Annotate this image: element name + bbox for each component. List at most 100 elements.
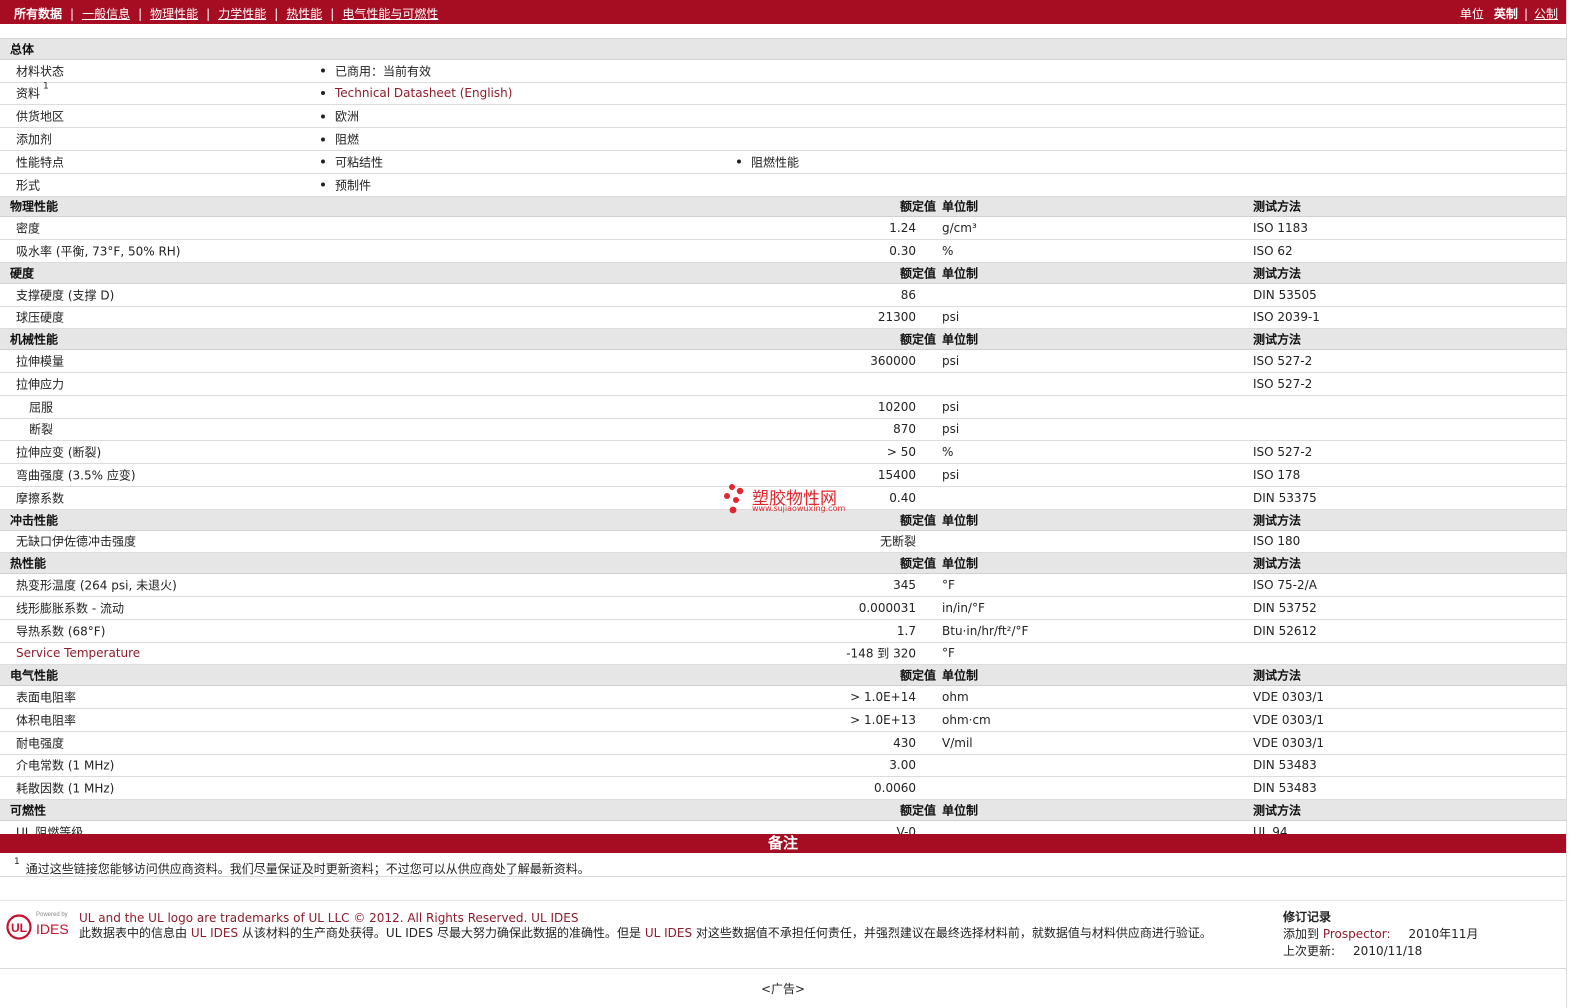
spacer-row (0, 24, 1566, 39)
properties-table: 总体 材料状态 已商用：当前有效 资料 1 Technical Datasheet (En… (0, 39, 1566, 844)
table-row: 支撑硬度 (支撑 D) 86 DIN 53505 (0, 284, 1566, 307)
trademark-text[interactable]: UL and the UL logo are trademarks of UL … (79, 911, 578, 925)
ul-ides-link[interactable]: UL IDES (645, 926, 692, 940)
table-row: Service Temperature -148 到 320 °F (0, 643, 1566, 666)
property-condition: (1 MHz) (67, 781, 115, 796)
divider (0, 900, 1566, 901)
table-row: 球压硬度 21300 psi ISO 2039-1 (0, 307, 1566, 330)
property-value: 870 (893, 422, 916, 437)
table-row: 拉伸应变 (断裂) > 50% ISO 527-2 (0, 441, 1566, 465)
property-value: 345 (893, 578, 916, 593)
test-method: ISO 1183 (1253, 221, 1308, 236)
bullet-text: 已商用：当前有效 (335, 64, 432, 79)
bullet-text: 可粘结性 (335, 155, 384, 170)
table-row: 耐电强度 430 V/mil VDE 0303/1 (0, 732, 1566, 755)
property-label: 无缺口伊佐德冲击强度 (16, 533, 136, 550)
property-unit: in/in/°F (942, 600, 985, 615)
revision-updated-label: 上次更新: (1283, 944, 1336, 958)
property-value: 360000 (870, 354, 916, 369)
trademark-line: UL and the UL logo are trademarks of UL … (79, 911, 1269, 926)
scrollbar[interactable] (1566, 0, 1586, 1008)
property-value: 21300 (877, 310, 916, 325)
nav-general-info[interactable]: 一般信息 (82, 5, 130, 22)
property-condition: (平衡, 73°F, 50% RH) (55, 244, 181, 259)
bullet-item: 已商用：当前有效 (321, 62, 431, 79)
property-condition: (68°F) (67, 624, 106, 639)
property-label: 拉伸应变 (断裂) (16, 444, 101, 461)
nav-thermal[interactable]: 热性能 (286, 5, 322, 22)
header-test-method: 测试方法 (1253, 803, 1302, 818)
table-row: 吸水率 (平衡, 73°F, 50% RH) 0.30% ISO 62 (0, 240, 1566, 263)
table-row: 屈服 10200 psi (0, 396, 1566, 419)
property-value: > 50 (886, 445, 916, 460)
revision-added: 添加到 Prospector: 2010年11月 (1283, 926, 1478, 943)
unit-metric-link[interactable]: 公制 (1534, 5, 1558, 22)
section-header: 热性能 额定值 单位制 测试方法 (0, 553, 1566, 575)
test-method: DIN 52612 (1253, 623, 1317, 638)
property-name: 摩擦系数 (16, 491, 65, 506)
test-method: DIN 53505 (1253, 287, 1317, 302)
property-label[interactable]: Service Temperature (16, 646, 140, 660)
bullet-icon (321, 114, 325, 119)
property-name: 吸水率 (16, 244, 53, 259)
property-value: 无断裂 (879, 534, 916, 549)
note-text: 通过这些链接您能够访问供应商资料。我们尽量保证及时更新资料；不过您可以从供应商处… (25, 862, 590, 876)
table-row: 热变形温度 (264 psi, 未退火) 345 °F ISO 75-2/A (0, 574, 1566, 597)
revision-updated-date: 2010/11/18 (1353, 944, 1423, 958)
property-label: 屈服 (29, 398, 53, 415)
header-test-method: 测试方法 (1253, 332, 1302, 347)
bullet-item: 可粘结性 (321, 153, 383, 170)
property-label: 密度 (16, 220, 40, 237)
ul-ides-logo[interactable]: UL Powered by IDES (6, 910, 74, 942)
table-row: 拉伸模量 360000 psi ISO 527-2 (0, 350, 1566, 373)
nav-separator: | (138, 6, 143, 21)
test-method: DIN 53483 (1253, 781, 1317, 796)
header-value: 额定值 (899, 266, 936, 281)
table-row: 耗散因数 (1 MHz) 0.0060 DIN 53483 (0, 777, 1566, 801)
property-name: 无缺口伊佐德冲击强度 (16, 534, 137, 549)
disclaimer-text: 对这些数据值不承担任何责任，并强烈建议在最终选择材料前，就数据值与材料供应商进行… (692, 926, 1212, 940)
divider (0, 876, 1566, 877)
section-title: 电气性能 (10, 668, 59, 683)
table-row: 断裂 870 psi (0, 419, 1566, 442)
nav-physical[interactable]: 物理性能 (150, 5, 198, 22)
property-name: 耐电强度 (16, 736, 65, 751)
property-name: 介电常数 (16, 758, 65, 773)
datasheet-link[interactable]: Technical Datasheet (English) (335, 86, 512, 100)
test-method: VDE 0303/1 (1253, 735, 1325, 750)
property-name: 形式 (16, 178, 41, 193)
bullet-item[interactable]: Technical Datasheet (English) (321, 86, 512, 100)
watermark: 塑胶物性网 www.sujiaowuxing.com (720, 482, 860, 516)
property-condition: (断裂) (67, 445, 102, 460)
property-unit: ohm (942, 690, 969, 704)
bullet-text: 欧洲 (335, 109, 360, 124)
property-label: 吸水率 (平衡, 73°F, 50% RH) (16, 243, 181, 260)
property-unit: % (942, 445, 954, 460)
test-method: ISO 178 (1253, 468, 1301, 483)
table-row: 表面电阻率 > 1.0E+14 ohm VDE 0303/1 (0, 686, 1566, 709)
test-method: DIN 53483 (1253, 758, 1317, 773)
property-value: > 1.0E+13 (850, 712, 916, 727)
property-name: Service Temperature (16, 646, 141, 661)
prospector-link[interactable]: Prospector: (1323, 927, 1391, 941)
bullet-item: 欧洲 (321, 108, 359, 125)
property-label: 热变形温度 (264 psi, 未退火) (16, 577, 177, 594)
property-label: 球压硬度 (16, 309, 64, 326)
notes-header: 备注 (0, 834, 1566, 853)
property-unit: °F (942, 578, 955, 593)
nav-all-data[interactable]: 所有数据 (14, 5, 62, 22)
property-value: 10200 (877, 399, 916, 414)
header-unit: 单位制 (942, 668, 979, 683)
unit-imperial[interactable]: 英制 (1494, 5, 1518, 22)
property-label: 添加剂 (16, 131, 52, 148)
ul-ides-link[interactable]: UL IDES (191, 926, 238, 940)
nav-mechanical[interactable]: 力学性能 (218, 5, 266, 22)
property-label: 形式 (16, 176, 40, 193)
logo-ides-text: IDES (36, 921, 69, 937)
table-row: 添加剂 阻燃 (0, 128, 1566, 151)
nav-electrical-flammability[interactable]: 电气性能与可燃性 (342, 5, 438, 22)
nav-separator: | (274, 6, 279, 21)
footnote-marker[interactable]: 1 (43, 82, 49, 92)
table-row: 材料状态 已商用：当前有效 (0, 60, 1566, 83)
property-unit: g/cm³ (942, 221, 977, 236)
